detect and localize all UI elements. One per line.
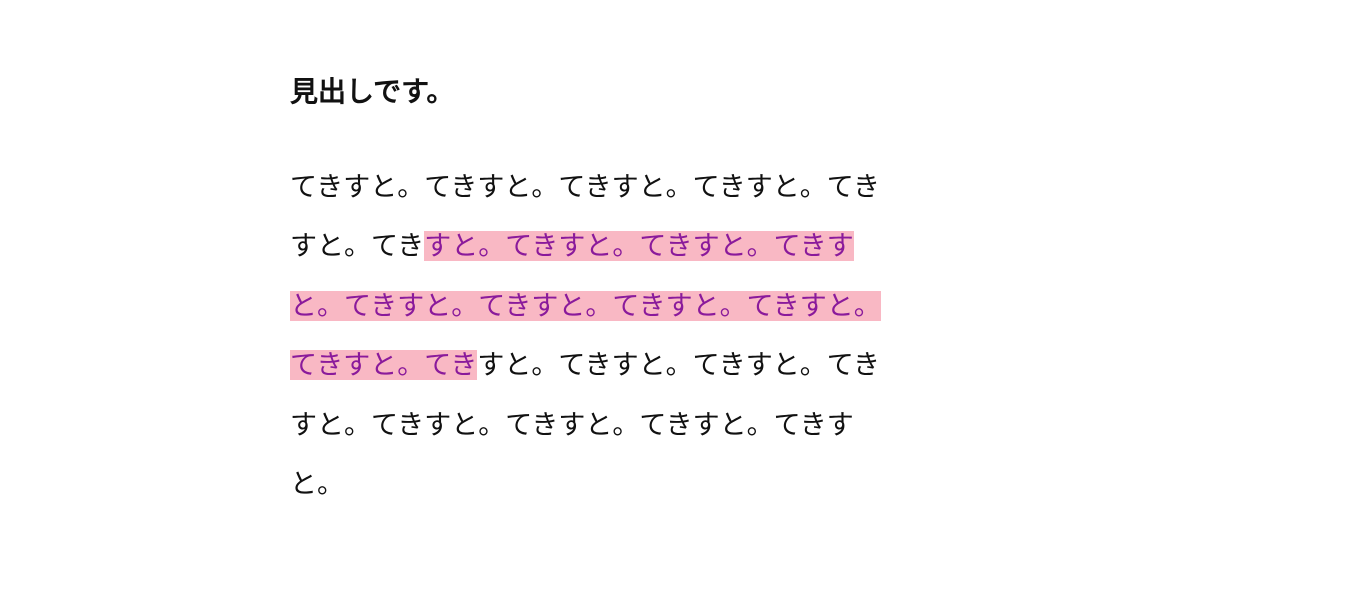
page-heading: 見出しです。 [290,70,890,110]
article-content: 見出しです。 てきすと。てきすと。てきすと。てきすと。てきすと。てきすと。てきす… [290,70,890,514]
body-paragraph: てきすと。てきすと。てきすと。てきすと。てきすと。てきすと。てきすと。てきすと。… [290,158,890,514]
